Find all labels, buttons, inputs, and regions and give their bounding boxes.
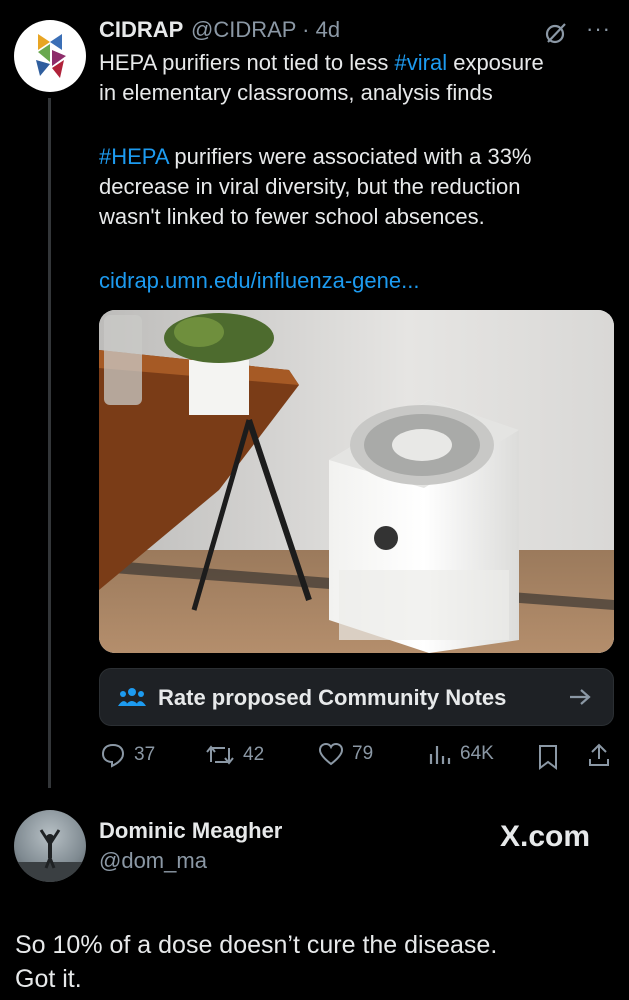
thread-line: [48, 98, 51, 788]
reply-text: So 10% of a dose doesn’t cure the diseas…: [15, 928, 615, 996]
retweet-icon: [206, 745, 234, 765]
reply-count: 37: [134, 744, 156, 765]
text-segment: exposure: [447, 50, 544, 75]
text-segment: purifiers were associated with a 33%: [168, 144, 532, 169]
text-segment: wasn't linked to fewer school absences.: [99, 204, 485, 229]
like-count: 79: [352, 743, 374, 764]
reply-icon: [101, 743, 125, 768]
reply-author-handle[interactable]: @dom_ma: [99, 848, 207, 874]
reply-button[interactable]: 37: [100, 742, 155, 768]
tweet-text-para2: #HEPA purifiers were associated with a 3…: [99, 142, 604, 232]
text-segment: decrease in viral diversity, but the red…: [99, 174, 521, 199]
tweet-text-para1: HEPA purifiers not tied to less #viral e…: [99, 48, 604, 108]
person-silhouette-icon: [14, 829, 86, 882]
share-icon: [589, 743, 609, 766]
community-notes-label: Rate proposed Community Notes: [158, 685, 507, 710]
views-count: 64K: [460, 743, 494, 764]
grok-icon[interactable]: [543, 20, 569, 51]
text-segment: HEPA purifiers not tied to less: [99, 50, 395, 75]
article-link[interactable]: cidrap.umn.edu/influenza-gene...: [99, 268, 419, 294]
share-button[interactable]: [587, 742, 611, 773]
arrow-right-icon: [570, 689, 591, 705]
reply-text-line: Got it.: [15, 965, 82, 993]
tweet-image[interactable]: [99, 310, 614, 653]
more-icon[interactable]: ···: [586, 16, 611, 42]
timestamp: 4d: [315, 17, 341, 42]
author-handle[interactable]: @CIDRAP · 4d: [191, 17, 340, 43]
views-icon: [429, 746, 451, 764]
heart-icon: [318, 742, 344, 766]
views-button[interactable]: 64K: [428, 742, 494, 766]
community-notes-button[interactable]: Rate proposed Community Notes: [99, 668, 614, 726]
hashtag-viral[interactable]: #viral: [395, 50, 448, 75]
reply-text-line: So 10% of a dose doesn’t cure the diseas…: [15, 931, 498, 959]
cidrap-avatar[interactable]: [14, 20, 86, 92]
x-brand-logo: X.com: [500, 820, 591, 853]
bookmark-button[interactable]: [537, 744, 559, 775]
reply-author-name[interactable]: Dominic Meagher: [99, 818, 282, 844]
people-icon: [118, 688, 146, 706]
author-name[interactable]: CIDRAP: [99, 17, 183, 43]
like-button[interactable]: 79: [318, 742, 373, 766]
handle-text: @CIDRAP: [191, 17, 297, 42]
retweet-button[interactable]: 42: [205, 742, 264, 768]
hashtag-hepa[interactable]: #HEPA: [99, 144, 168, 169]
dominic-avatar[interactable]: [14, 810, 86, 882]
text-segment: in elementary classrooms, analysis finds: [99, 80, 493, 105]
cidrap-logo-icon: [36, 34, 66, 78]
bookmark-icon: [539, 745, 557, 770]
retweet-count: 42: [243, 744, 265, 765]
